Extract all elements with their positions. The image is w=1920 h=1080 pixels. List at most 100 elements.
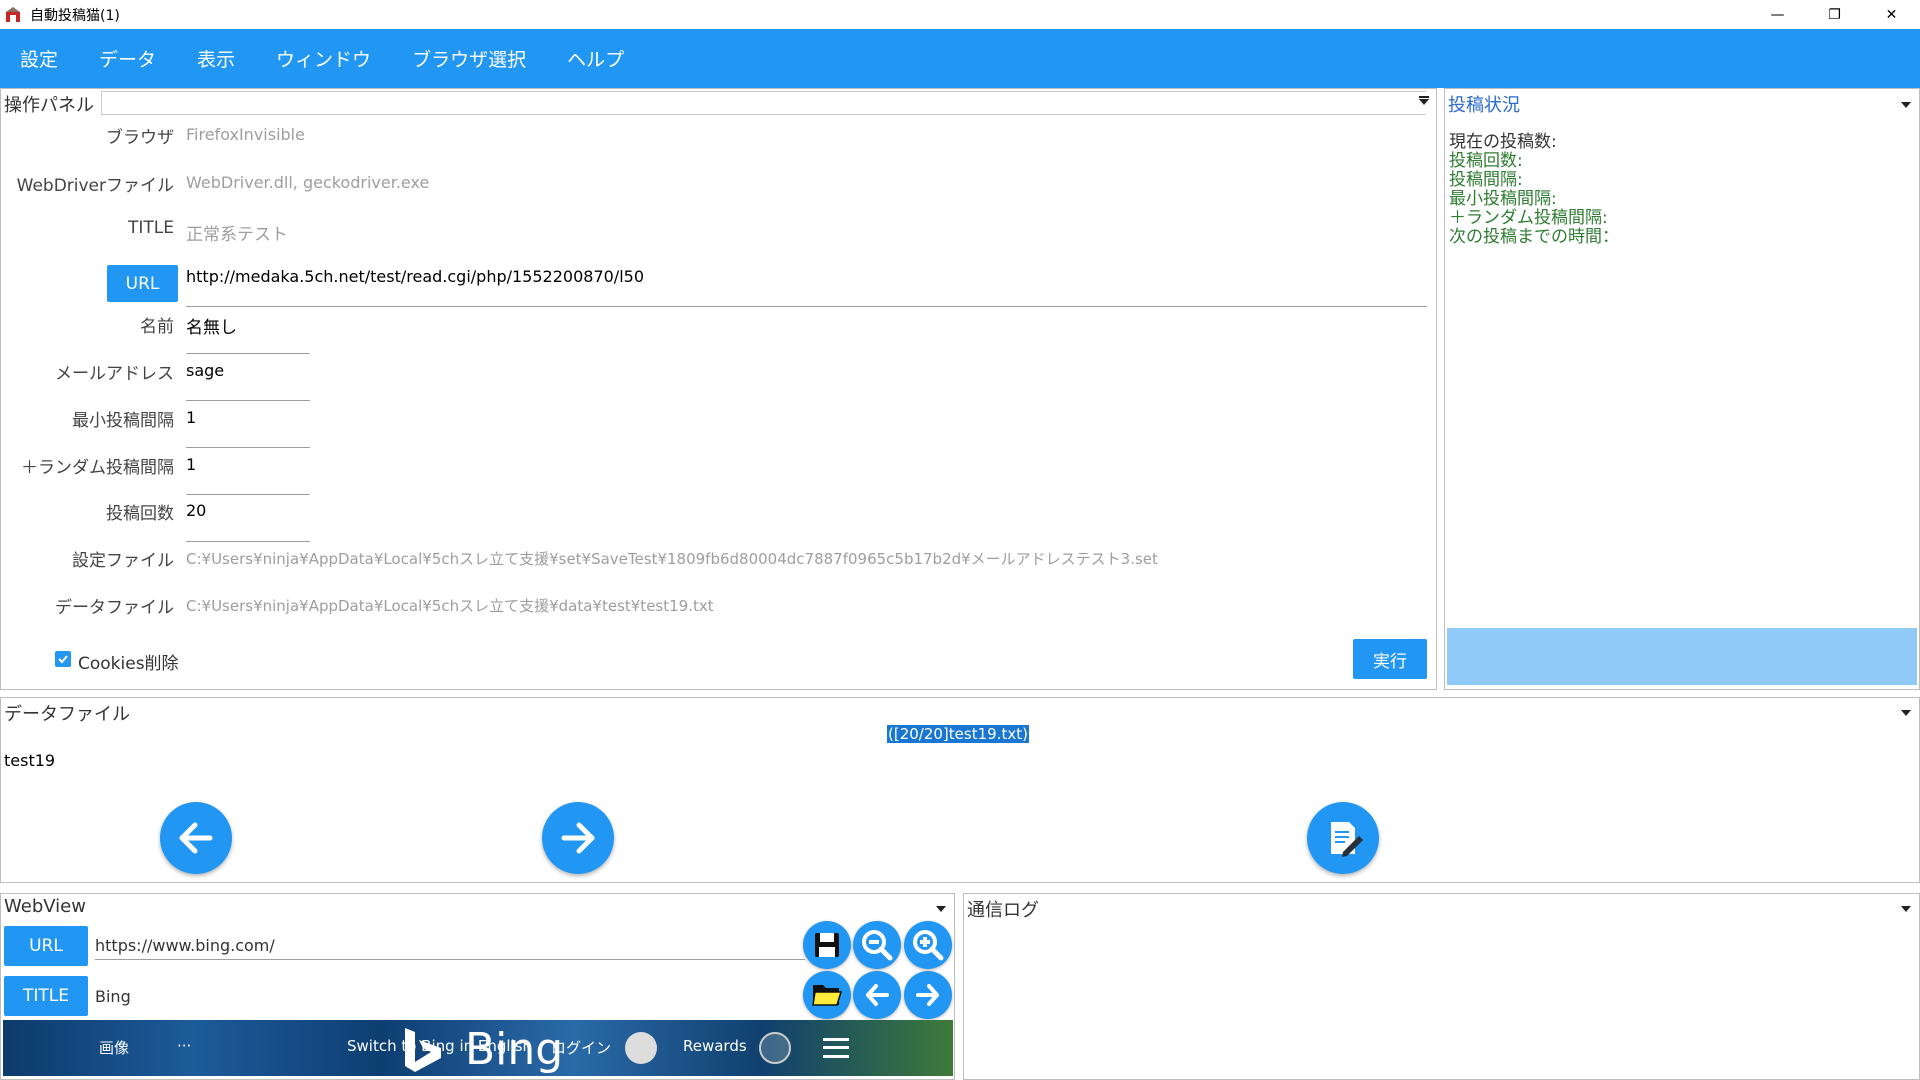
menu-window[interactable]: ウィンドウ	[276, 45, 371, 72]
post-progress-bar	[1447, 628, 1917, 685]
menu-help[interactable]: ヘルプ	[567, 45, 624, 72]
title-label: TITLE	[128, 218, 174, 238]
status-lines: 現在の投稿数: 投稿回数: 投稿間隔: 最小投稿間隔: ＋ランダム投稿間隔: 次…	[1449, 133, 1619, 247]
status-post-interval: 投稿間隔:	[1449, 170, 1523, 190]
log-panel-title: 通信ログ	[967, 900, 1039, 921]
min-interval-label: 最小投稿間隔	[72, 411, 174, 431]
menu-browser-select[interactable]: ブラウザ選択	[412, 45, 526, 72]
checkmark-icon	[58, 655, 68, 664]
status-panel-title: 投稿状況	[1448, 95, 1520, 116]
hamburger-menu-icon[interactable]	[823, 1038, 849, 1058]
zoom-in-button[interactable]	[904, 921, 952, 969]
window-title: 自動投稿猫(1)	[30, 7, 120, 24]
log-panel: 通信ログ	[963, 893, 1920, 1080]
dropdown-arrow-icon[interactable]	[1901, 710, 1911, 716]
close-button[interactable]: ✕	[1863, 0, 1920, 29]
status-post-count: 投稿回数:	[1449, 151, 1523, 171]
browser-label: ブラウザ	[106, 128, 174, 148]
prev-data-button[interactable]	[160, 802, 232, 874]
bing-logo-icon	[405, 1028, 441, 1072]
arrow-right-icon	[916, 984, 939, 1006]
operation-panel: 操作パネル ブラウザ WebDriverファイル TITLE 名前 メールアドレ…	[0, 88, 1437, 690]
mail-label: メールアドレス	[55, 364, 174, 384]
url-button[interactable]: URL	[107, 265, 178, 302]
arrow-left-icon	[866, 984, 889, 1006]
status-next-post-time: 次の投稿までの時間：	[1449, 227, 1619, 247]
name-underline	[186, 353, 310, 354]
webview-url-input[interactable]: https://www.bing.com/	[95, 936, 275, 955]
edit-data-button[interactable]	[1307, 802, 1379, 874]
bing-logo-text: Bing	[465, 1024, 564, 1075]
menu-data[interactable]: データ	[99, 45, 156, 72]
panel-header-dropdown[interactable]	[101, 91, 1426, 115]
dropdown-arrow-icon[interactable]	[1419, 99, 1429, 105]
cookies-checkbox[interactable]	[55, 651, 71, 667]
random-interval-input[interactable]: 1	[186, 455, 196, 474]
browser-value: FirefoxInvisible	[186, 125, 305, 144]
webview-url-underline	[95, 959, 805, 960]
webview-title-value: Bing	[95, 987, 131, 1006]
status-min-interval: 最小投稿間隔:	[1449, 189, 1557, 209]
dropdown-arrow-icon[interactable]	[936, 906, 946, 912]
data-file-value: C:¥Users¥ninja¥AppData¥Local¥5chスレ立て支援¥d…	[186, 597, 714, 615]
restore-button[interactable]: ❐	[1806, 0, 1863, 29]
post-count-underline	[186, 541, 310, 542]
title-value: 正常系テスト	[186, 225, 288, 245]
menu-settings[interactable]: 設定	[20, 45, 58, 72]
name-label: 名前	[140, 317, 174, 337]
app-cat-icon	[6, 6, 20, 22]
status-random-interval: ＋ランダム投稿間隔:	[1449, 208, 1608, 228]
url-input[interactable]: http://medaka.5ch.net/test/read.cgi/php/…	[186, 267, 644, 286]
arrow-right-icon	[561, 822, 595, 854]
edit-document-icon	[1331, 822, 1363, 857]
webview-browser-content[interactable]: 画像 ··· Switch to Bing in English Bing ログ…	[3, 1020, 953, 1076]
save-button[interactable]	[803, 921, 851, 969]
data-file-label: データファイル	[55, 598, 174, 618]
save-icon	[815, 933, 839, 957]
data-file-panel: データファイル ([20/20]test19.txt) test19	[0, 697, 1920, 883]
webview-back-button[interactable]	[853, 971, 901, 1019]
mail-underline	[186, 400, 310, 401]
dropdown-arrow-icon[interactable]	[1901, 102, 1911, 108]
post-count-input[interactable]: 20	[186, 501, 206, 520]
bing-more-link[interactable]: ···	[177, 1037, 191, 1055]
webview-title-button[interactable]: TITLE	[4, 976, 88, 1016]
zoom-out-icon	[862, 930, 893, 961]
data-file-panel-title: データファイル	[4, 704, 130, 725]
webview-forward-button[interactable]	[904, 971, 952, 1019]
run-button[interactable]: 実行	[1353, 639, 1427, 679]
post-count-label: 投稿回数	[106, 504, 174, 524]
dropdown-arrow-icon[interactable]	[1901, 906, 1911, 912]
settings-file-label: 設定ファイル	[72, 551, 174, 571]
open-folder-button[interactable]	[803, 971, 851, 1019]
random-interval-label: ＋ランダム投稿間隔	[21, 458, 174, 478]
bing-images-link[interactable]: 画像	[99, 1037, 129, 1058]
zoom-out-button[interactable]	[853, 921, 901, 969]
menu-view[interactable]: 表示	[197, 45, 235, 72]
min-interval-underline	[186, 447, 310, 448]
webdriver-value: WebDriver.dll, geckodriver.exe	[186, 173, 430, 192]
bing-login-link[interactable]: ログイン	[551, 1037, 611, 1058]
webdriver-label: WebDriverファイル	[16, 176, 174, 196]
arrow-left-icon	[179, 822, 213, 854]
folder-open-icon	[812, 985, 843, 1006]
cookies-label[interactable]: Cookies削除	[78, 649, 179, 674]
status-panel: 投稿状況 現在の投稿数: 投稿回数: 投稿間隔: 最小投稿間隔: ＋ランダム投稿…	[1444, 88, 1920, 690]
mail-input[interactable]: sage	[186, 361, 224, 380]
status-current-posts: 現在の投稿数:	[1449, 132, 1557, 152]
title-bar: 自動投稿猫(1) — ❐ ✕	[0, 0, 1920, 29]
user-avatar-icon[interactable]	[625, 1032, 657, 1064]
data-file-content: test19	[4, 751, 56, 770]
name-input[interactable]: 名無し	[186, 313, 237, 338]
min-interval-input[interactable]: 1	[186, 408, 196, 427]
data-file-tag: ([20/20]test19.txt)	[887, 725, 1029, 743]
bing-rewards-link[interactable]: Rewards	[683, 1037, 747, 1055]
zoom-in-icon	[913, 930, 944, 961]
webview-panel-title: WebView	[4, 896, 86, 917]
menu-bar: 設定 データ 表示 ウィンドウ ブラウザ選択 ヘルプ	[0, 29, 1920, 88]
minimize-button[interactable]: —	[1749, 0, 1806, 29]
next-data-button[interactable]	[542, 802, 614, 874]
webview-url-button[interactable]: URL	[4, 926, 88, 966]
random-interval-underline	[186, 494, 310, 495]
rewards-trophy-icon[interactable]	[759, 1032, 791, 1064]
